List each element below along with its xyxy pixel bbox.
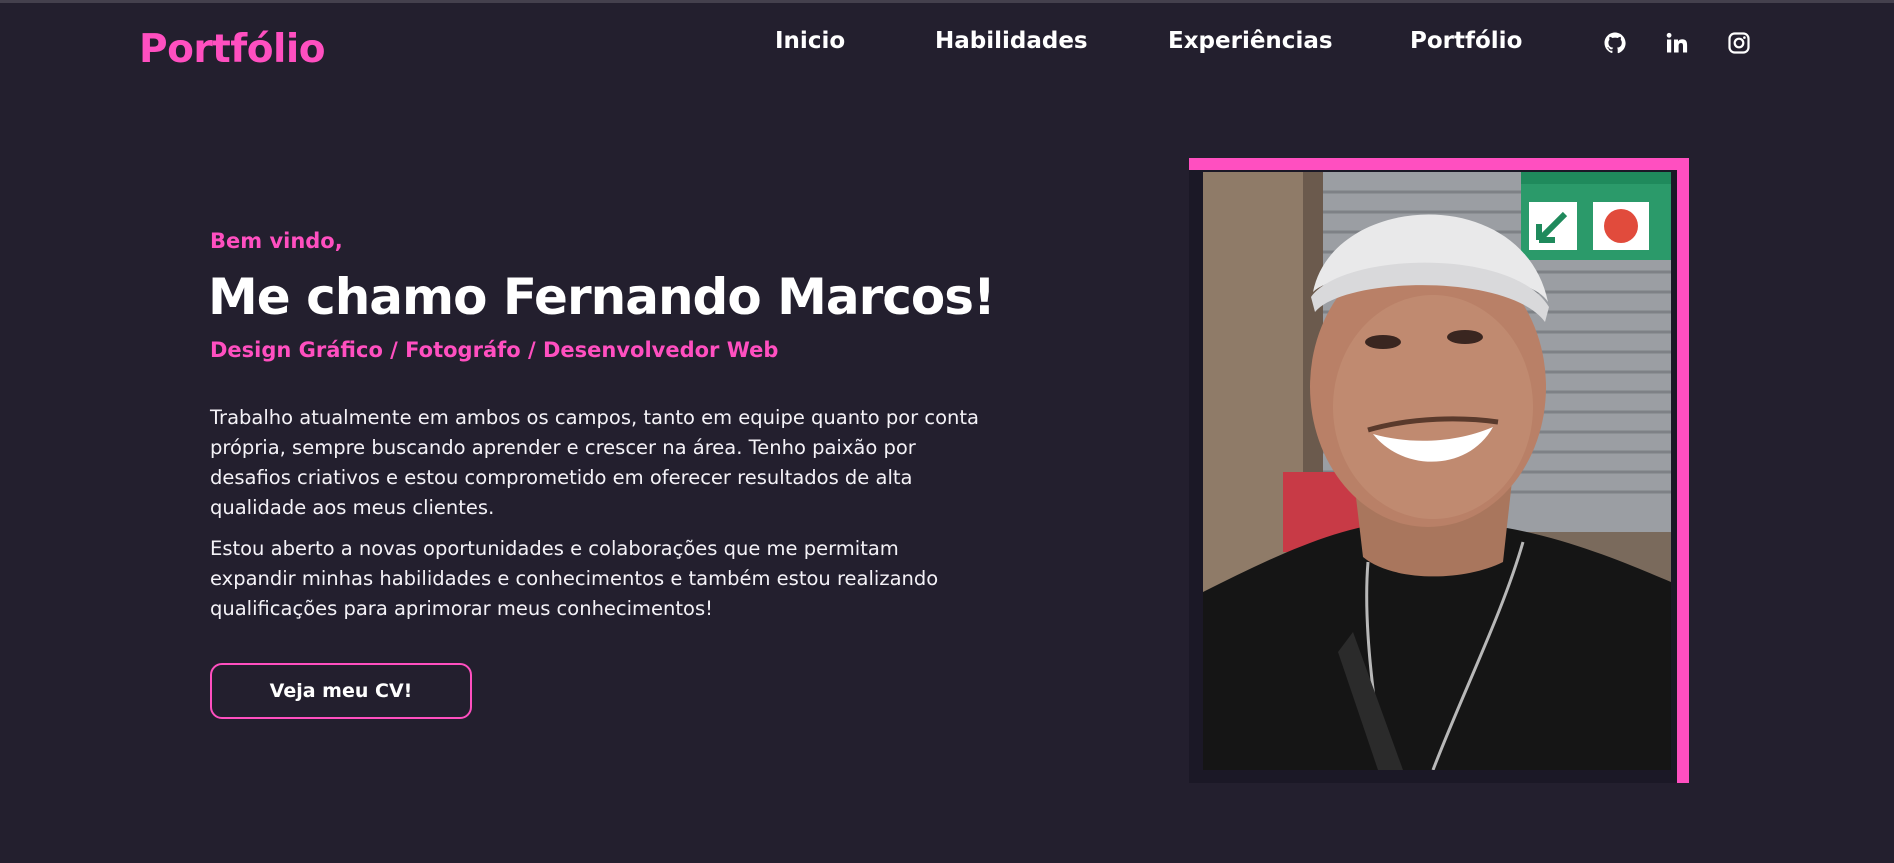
github-icon[interactable] bbox=[1603, 31, 1627, 55]
roles-subtitle: Design Gráfico / Fotográfo / Desenvolved… bbox=[210, 338, 779, 362]
greeting-text: Bem vindo, bbox=[210, 229, 343, 253]
linkedin-icon[interactable] bbox=[1665, 31, 1689, 55]
top-border bbox=[0, 0, 1894, 3]
nav-link-experiencias[interactable]: Experiências bbox=[1168, 28, 1333, 54]
nav-link-habilidades[interactable]: Habilidades bbox=[935, 28, 1088, 54]
instagram-icon[interactable] bbox=[1727, 31, 1751, 55]
profile-photo bbox=[1203, 172, 1671, 770]
hero-headline: Me chamo Fernando Marcos! bbox=[208, 268, 996, 326]
intro-paragraph: Trabalho atualmente em ambos os campos, … bbox=[210, 406, 979, 519]
nav-link-portfolio[interactable]: Portfólio bbox=[1410, 28, 1522, 54]
site-logo[interactable]: Portfólio bbox=[139, 27, 326, 72]
availability-paragraph: Estou aberto a novas oportunidades e col… bbox=[210, 537, 939, 620]
nav-link-inicio[interactable]: Inicio bbox=[775, 28, 845, 54]
view-cv-button[interactable]: Veja meu CV! bbox=[210, 663, 472, 719]
